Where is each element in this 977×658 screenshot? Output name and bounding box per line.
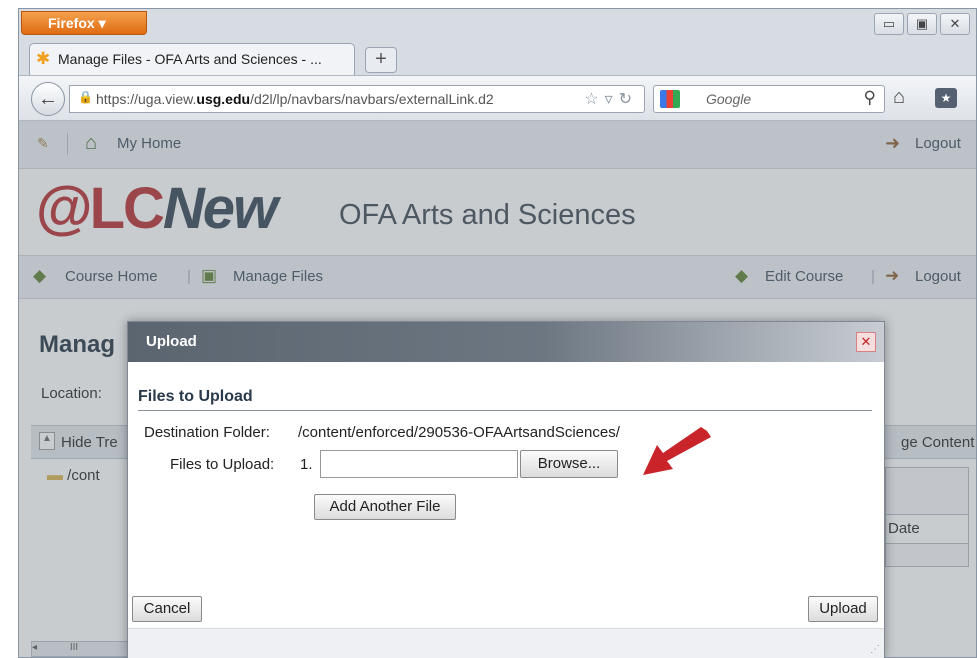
destination-value: /content/enforced/290536-OFAArtsandScien… — [298, 424, 620, 441]
file-number: 1. — [300, 456, 313, 473]
search-icon[interactable]: ⚲ — [864, 88, 876, 108]
url-path: /d2l/lp/navbars/navbars/externalLink.d2 — [250, 91, 494, 107]
section-title: Files to Upload — [138, 388, 253, 405]
dialog-footer: ⋰ — [128, 628, 884, 658]
section-divider — [138, 410, 872, 411]
close-icon[interactable]: ✕ — [856, 332, 876, 352]
lock-icon: 🔒 — [78, 90, 93, 104]
bookmark-star-icon[interactable]: ☆▿↻ — [584, 89, 638, 109]
browser-window: Firefox ▾ ▭ ▣ ✕ ✱ Manage Files - OFA Art… — [18, 8, 977, 658]
cancel-button[interactable]: Cancel — [132, 596, 202, 622]
tab-bar: ✱ Manage Files - OFA Arts and Sciences -… — [29, 43, 969, 75]
upload-button[interactable]: Upload — [808, 596, 878, 622]
window-controls: ▭ ▣ ✕ — [874, 13, 970, 35]
files-to-upload-label: Files to Upload: — [170, 456, 275, 473]
site-favicon-icon: ✱ — [36, 49, 51, 68]
dialog-title: Upload — [146, 333, 197, 350]
add-another-file-button[interactable]: Add Another File — [314, 494, 456, 520]
close-window-button[interactable]: ✕ — [940, 13, 970, 35]
resize-grip-icon[interactable]: ⋰ — [870, 644, 880, 655]
tab-title: Manage Files - OFA Arts and Sciences - .… — [58, 51, 322, 67]
destination-label: Destination Folder: — [144, 424, 270, 441]
search-input[interactable]: Google ⚲ — [653, 85, 885, 113]
home-icon[interactable]: ⌂ — [893, 86, 905, 109]
new-tab-button[interactable]: + — [365, 47, 397, 73]
minimize-button[interactable]: ▭ — [874, 13, 904, 35]
search-placeholder: Google — [706, 91, 752, 107]
upload-dialog: Upload ✕ Files to Upload Destination Fol… — [127, 321, 885, 658]
navigation-toolbar: ← 🔒 https://uga.view.usg.edu/d2l/lp/navb… — [19, 75, 976, 121]
browse-button[interactable]: Browse... — [520, 450, 618, 478]
url-prefix: https://uga.view. — [96, 91, 197, 107]
bookmarks-menu-icon[interactable]: ★ — [935, 88, 957, 108]
address-bar[interactable]: 🔒 https://uga.view.usg.edu/d2l/lp/navbar… — [69, 85, 645, 113]
google-engine-icon[interactable] — [660, 90, 680, 108]
annotation-arrow-icon — [643, 427, 711, 475]
tab-manage-files[interactable]: ✱ Manage Files - OFA Arts and Sciences -… — [29, 43, 355, 75]
back-arrow-icon: ← — [38, 88, 58, 110]
maximize-button[interactable]: ▣ — [907, 13, 937, 35]
back-button[interactable]: ← — [31, 82, 65, 116]
url-domain: usg.edu — [196, 91, 251, 107]
dialog-header: Upload ✕ — [128, 322, 884, 362]
file-path-input[interactable] — [320, 450, 518, 478]
firefox-menu-button[interactable]: Firefox ▾ — [21, 11, 147, 35]
